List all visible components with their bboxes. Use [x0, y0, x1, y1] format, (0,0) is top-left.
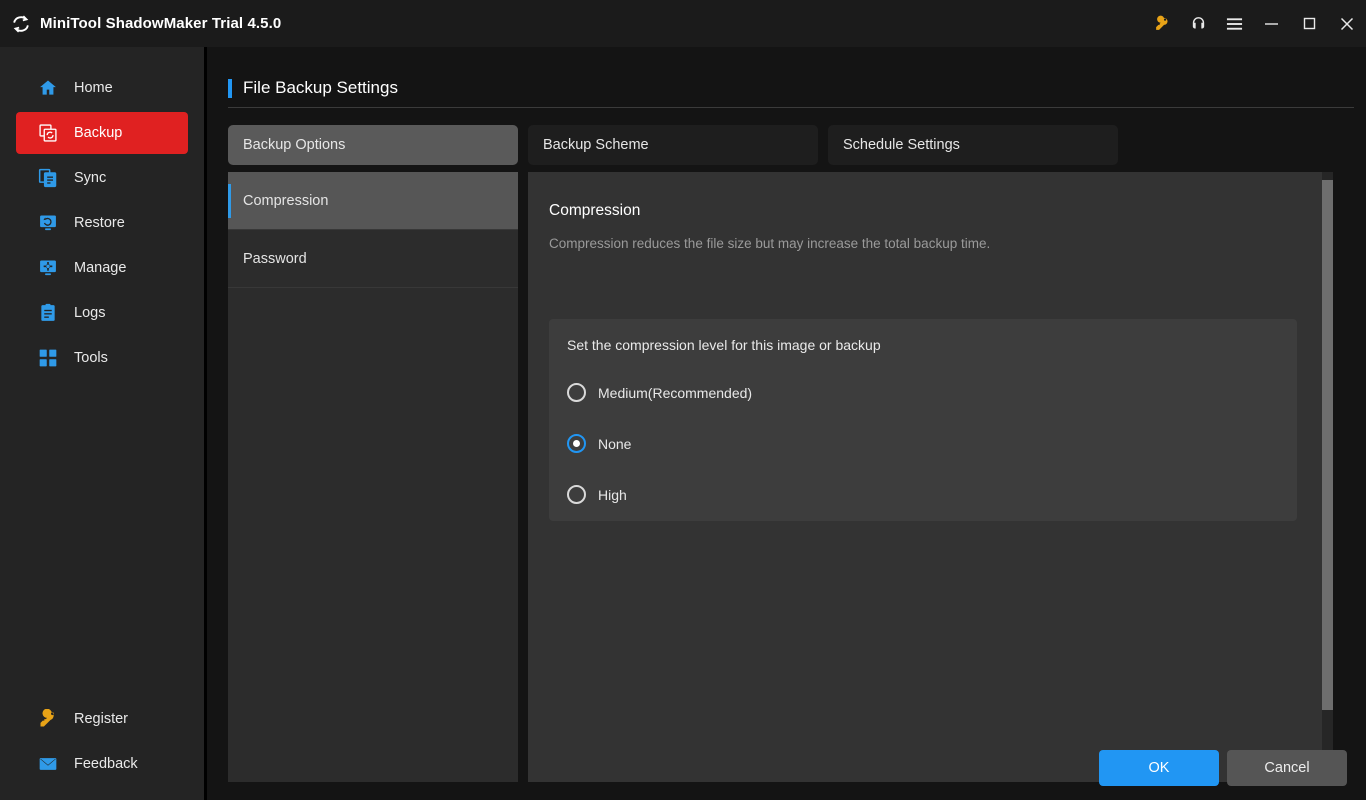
sidebar-item-home[interactable]: Home — [16, 67, 188, 109]
tools-icon — [38, 348, 58, 368]
sidebar-nav: Home Backup — [0, 47, 204, 379]
header-divider — [228, 107, 1354, 108]
hamburger-menu-icon[interactable] — [1216, 0, 1252, 47]
scrollbar-thumb[interactable] — [1322, 180, 1333, 710]
settings-subnav: Compression Password — [228, 172, 518, 782]
sidebar-item-logs[interactable]: Logs — [16, 292, 188, 334]
dialog-footer: OK Cancel — [207, 735, 1366, 800]
content-title: Compression — [549, 202, 640, 220]
subnav-item-compression[interactable]: Compression — [228, 172, 518, 230]
sidebar-item-label: Register — [74, 711, 128, 727]
restore-icon — [38, 213, 58, 233]
home-icon — [38, 78, 58, 98]
radio-option-medium[interactable]: Medium(Recommended) — [567, 367, 752, 418]
manage-icon — [38, 258, 58, 278]
sidebar-bottom-nav: Register Feedback — [0, 695, 204, 788]
content-panel: Compression Compression reduces the file… — [528, 172, 1333, 782]
tab-schedule-settings[interactable]: Schedule Settings — [828, 125, 1118, 165]
window-controls — [1144, 0, 1366, 47]
content-description: Compression reduces the file size but ma… — [549, 236, 990, 251]
compression-radio-group: Medium(Recommended) None High — [567, 367, 752, 520]
radio-option-high[interactable]: High — [567, 469, 752, 520]
card-title: Set the compression level for this image… — [567, 337, 881, 353]
sidebar-item-manage[interactable]: Manage — [16, 247, 188, 289]
tab-bar: Backup Options Backup Scheme Schedule Se… — [228, 125, 1118, 165]
sidebar-item-label: Restore — [74, 215, 125, 231]
sidebar-item-restore[interactable]: Restore — [16, 202, 188, 244]
sidebar-item-label: Backup — [74, 125, 122, 141]
sidebar-item-label: Home — [74, 80, 113, 96]
cancel-button-label: Cancel — [1264, 760, 1309, 776]
radio-button-checked-icon[interactable] — [567, 434, 586, 453]
radio-option-none[interactable]: None — [567, 418, 752, 469]
compression-level-card: Set the compression level for this image… — [549, 319, 1297, 521]
sidebar-item-label: Manage — [74, 260, 126, 276]
title-bar: MiniTool ShadowMaker Trial 4.5.0 — [0, 0, 1366, 47]
key-icon — [38, 709, 58, 729]
ok-button[interactable]: OK — [1099, 750, 1219, 786]
sidebar-item-label: Tools — [74, 350, 108, 366]
ok-button-label: OK — [1149, 760, 1170, 776]
main-region: File Backup Settings Backup Options Back… — [207, 47, 1366, 800]
tab-label: Schedule Settings — [843, 137, 960, 153]
page-title-accent-bar — [228, 79, 232, 98]
close-icon[interactable] — [1328, 0, 1366, 47]
sidebar-item-backup[interactable]: Backup — [16, 112, 188, 154]
page-title: File Backup Settings — [243, 78, 398, 98]
radio-button-unchecked-icon[interactable] — [567, 383, 586, 402]
sidebar-item-sync[interactable]: Sync — [16, 157, 188, 199]
sync-icon — [38, 168, 58, 188]
maximize-icon[interactable] — [1290, 0, 1328, 47]
subnav-item-password[interactable]: Password — [228, 230, 518, 288]
headset-icon[interactable] — [1180, 0, 1216, 47]
sidebar: Home Backup — [0, 47, 204, 800]
radio-button-unchecked-icon[interactable] — [567, 485, 586, 504]
tab-backup-options[interactable]: Backup Options — [228, 125, 518, 165]
tab-label: Backup Scheme — [543, 137, 649, 153]
radio-label: High — [598, 487, 627, 503]
sidebar-item-tools[interactable]: Tools — [16, 337, 188, 379]
tab-backup-scheme[interactable]: Backup Scheme — [528, 125, 818, 165]
subnav-item-label: Password — [243, 251, 307, 267]
sidebar-item-label: Logs — [74, 305, 105, 321]
minimize-icon[interactable] — [1252, 0, 1290, 47]
sidebar-item-register[interactable]: Register — [16, 698, 188, 740]
logs-icon — [38, 303, 58, 323]
refresh-circle-logo-icon — [10, 13, 32, 35]
backup-icon — [38, 123, 58, 143]
radio-label: Medium(Recommended) — [598, 385, 752, 401]
tab-label: Backup Options — [243, 137, 345, 153]
sidebar-item-label: Sync — [74, 170, 106, 186]
envelope-icon — [38, 754, 58, 774]
app-title: MiniTool ShadowMaker Trial 4.5.0 — [40, 15, 281, 32]
sidebar-item-feedback[interactable]: Feedback — [16, 743, 188, 785]
page-header: File Backup Settings — [228, 78, 398, 98]
cancel-button[interactable]: Cancel — [1227, 750, 1347, 786]
content-scrollbar[interactable] — [1322, 172, 1333, 782]
title-bar-left: MiniTool ShadowMaker Trial 4.5.0 — [0, 13, 281, 35]
sidebar-item-label: Feedback — [74, 756, 138, 772]
key-icon[interactable] — [1144, 0, 1180, 47]
subnav-item-label: Compression — [243, 193, 328, 209]
radio-label: None — [598, 436, 631, 452]
